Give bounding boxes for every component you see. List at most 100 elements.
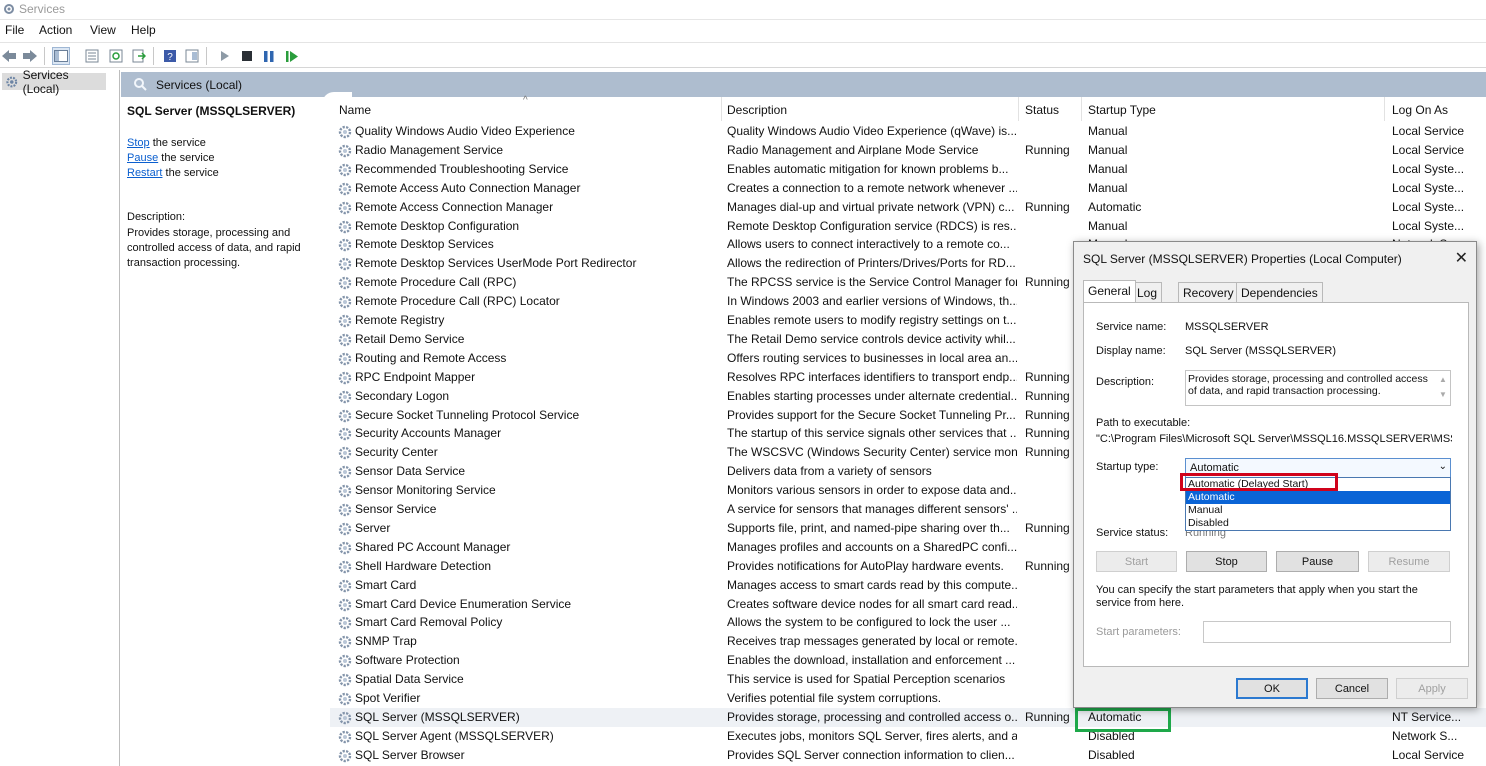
- service-row[interactable]: SQL Server Browser Provides SQL Server co…: [330, 746, 1486, 765]
- service-description-cell: Radio Management and Airplane Mode Servi…: [727, 142, 979, 157]
- close-icon[interactable]: ✕: [1455, 248, 1468, 268]
- menu-action[interactable]: Action: [39, 23, 72, 37]
- column-separator[interactable]: [1384, 97, 1385, 121]
- service-description-cell: Delivers data from a variety of sensors: [727, 464, 932, 479]
- column-header-description[interactable]: Description: [727, 103, 787, 117]
- service-row[interactable]: Quality Windows Audio Video Experience Qu…: [330, 122, 1486, 141]
- console-tree-icon[interactable]: [52, 47, 70, 65]
- service-gear-icon: [338, 560, 352, 573]
- restart-service-icon[interactable]: [283, 47, 301, 65]
- option-manual[interactable]: Manual: [1186, 504, 1450, 517]
- tab-dependencies[interactable]: Dependencies: [1236, 282, 1323, 302]
- service-row[interactable]: Radio Management Service Radio Management…: [330, 141, 1486, 160]
- column-separator[interactable]: [721, 97, 722, 121]
- service-description-cell: Monitors various sensors in order to exp…: [727, 483, 1017, 498]
- menu-help[interactable]: Help: [131, 23, 156, 37]
- option-automatic[interactable]: Automatic: [1186, 491, 1450, 504]
- resume-button[interactable]: Resume: [1368, 551, 1450, 572]
- service-log-on-as-cell: Network S...: [1392, 728, 1458, 743]
- service-gear-icon: [338, 163, 352, 176]
- selected-service-title: SQL Server (MSSQLSERVER): [127, 104, 296, 118]
- service-log-on-as-cell: Local Syste...: [1392, 199, 1465, 214]
- service-gear-icon: [338, 654, 352, 668]
- service-gear-icon: [338, 465, 352, 479]
- service-name-cell: Remote Desktop Configuration: [355, 218, 520, 233]
- menu-file[interactable]: File: [5, 23, 24, 37]
- services-header-label: Services (Local): [156, 78, 243, 92]
- back-arrow-icon[interactable]: [0, 47, 18, 65]
- menu-bar: File Action View Help: [0, 21, 1486, 41]
- service-name-cell: Sensor Data Service: [355, 464, 466, 479]
- service-name-label: Service name:: [1096, 321, 1167, 333]
- service-gear-icon: [338, 201, 352, 214]
- service-name-cell: RPC Endpoint Mapper: [355, 369, 476, 384]
- service-row[interactable]: SQL Server (MSSQLSERVER) Provides storage…: [330, 707, 1486, 727]
- stop-service-link[interactable]: Stop: [127, 137, 150, 149]
- start-params-input[interactable]: [1203, 621, 1451, 643]
- stop-button[interactable]: Stop: [1186, 551, 1267, 572]
- tab-general[interactable]: General: [1083, 280, 1136, 302]
- service-row[interactable]: Remote Access Connection Manager Manages …: [330, 198, 1486, 217]
- service-row[interactable]: Remote Access Auto Connection Manager Cre…: [330, 179, 1486, 198]
- pause-service-link[interactable]: Pause: [127, 152, 158, 164]
- service-log-on-as-cell: Local Service: [1392, 124, 1465, 138]
- service-description-cell: Creates software device nodes for all sm…: [727, 596, 1017, 611]
- apply-button[interactable]: Apply: [1396, 678, 1468, 699]
- export-list-icon[interactable]: [130, 47, 148, 65]
- sort-ascending-icon: ^: [523, 95, 528, 106]
- cancel-button[interactable]: Cancel: [1316, 678, 1388, 699]
- service-status-label: Service status:: [1096, 527, 1169, 539]
- option-disabled[interactable]: Disabled: [1186, 517, 1450, 530]
- tree-node-services-local[interactable]: Services (Local): [2, 68, 106, 96]
- pause-button[interactable]: Pause: [1276, 551, 1359, 572]
- toolbar-separator: [44, 47, 45, 65]
- tab-recovery[interactable]: Recovery: [1178, 282, 1239, 302]
- column-separator[interactable]: [1018, 97, 1019, 121]
- service-name-cell: Smart Card Device Enumeration Service: [355, 596, 572, 611]
- service-log-on-as-cell: NT Service...: [1392, 709, 1462, 724]
- service-gear-icon: [338, 371, 352, 384]
- service-description-cell: The RPCSS service is the Service Control…: [727, 275, 1017, 290]
- service-gear-icon: [338, 314, 352, 328]
- start-button[interactable]: Start: [1096, 551, 1177, 572]
- menu-view[interactable]: View: [90, 23, 116, 37]
- service-row[interactable]: Recommended Troubleshooting Service Enabl…: [330, 160, 1486, 179]
- service-description-cell: Creates a connection to a remote network…: [727, 180, 1017, 195]
- service-row[interactable]: SQL Server Agent (MSSQLSERVER) Executes j…: [330, 727, 1486, 746]
- column-header-log-on-as[interactable]: Log On As: [1392, 103, 1448, 117]
- column-separator[interactable]: [1081, 97, 1082, 121]
- chevron-down-icon[interactable]: ⌄: [1439, 461, 1447, 472]
- pause-service-icon[interactable]: [260, 47, 278, 65]
- column-header-status[interactable]: Status: [1025, 103, 1059, 117]
- service-name-cell: Server: [355, 520, 391, 535]
- restart-service-link[interactable]: Restart: [127, 167, 162, 179]
- service-name-cell: SQL Server (MSSQLSERVER): [355, 709, 520, 724]
- column-header-name[interactable]: Name: [339, 103, 371, 117]
- ok-button[interactable]: OK: [1236, 678, 1308, 699]
- service-startup-type-cell: Manual: [1088, 142, 1128, 157]
- service-description-cell: The WSCSVC (Windows Security Center) ser…: [727, 445, 1017, 460]
- properties-sheet-icon[interactable]: [83, 47, 101, 65]
- service-name-cell: Shared PC Account Manager: [355, 539, 511, 554]
- stop-service-icon[interactable]: [238, 47, 256, 65]
- forward-arrow-icon[interactable]: [21, 47, 39, 65]
- start-service-icon[interactable]: [216, 47, 234, 65]
- delayed-start-highlight: [1180, 473, 1338, 491]
- service-row[interactable]: Remote Desktop Configuration Remote Deskt…: [330, 217, 1486, 236]
- service-name-cell: Shell Hardware Detection: [355, 558, 492, 573]
- service-gear-icon: [338, 711, 352, 725]
- view-pane-icon[interactable]: [183, 47, 201, 65]
- tab-log-on[interactable]: Log On: [1132, 282, 1163, 314]
- description-scrollbar[interactable]: ▲ ▼: [1437, 372, 1449, 404]
- help-icon[interactable]: ?: [161, 47, 179, 65]
- service-description-cell: Manages dial-up and virtual private netw…: [727, 199, 1015, 214]
- service-description-cell: The Retail Demo service controls device …: [727, 331, 1016, 346]
- dialog-description-label: Description:: [1096, 376, 1155, 388]
- start-params-hint: You can specify the start parameters tha…: [1096, 584, 1418, 609]
- service-description-cell: Provides storage, processing and control…: [727, 709, 1017, 724]
- service-startup-type-cell: Manual: [1088, 218, 1128, 233]
- column-header-startup-type[interactable]: Startup Type: [1088, 103, 1156, 117]
- service-description-cell: This service is used for Spatial Percept…: [727, 672, 1006, 687]
- refresh-icon[interactable]: [107, 47, 125, 65]
- dialog-description-box[interactable]: Provides storage, processing and control…: [1185, 370, 1451, 406]
